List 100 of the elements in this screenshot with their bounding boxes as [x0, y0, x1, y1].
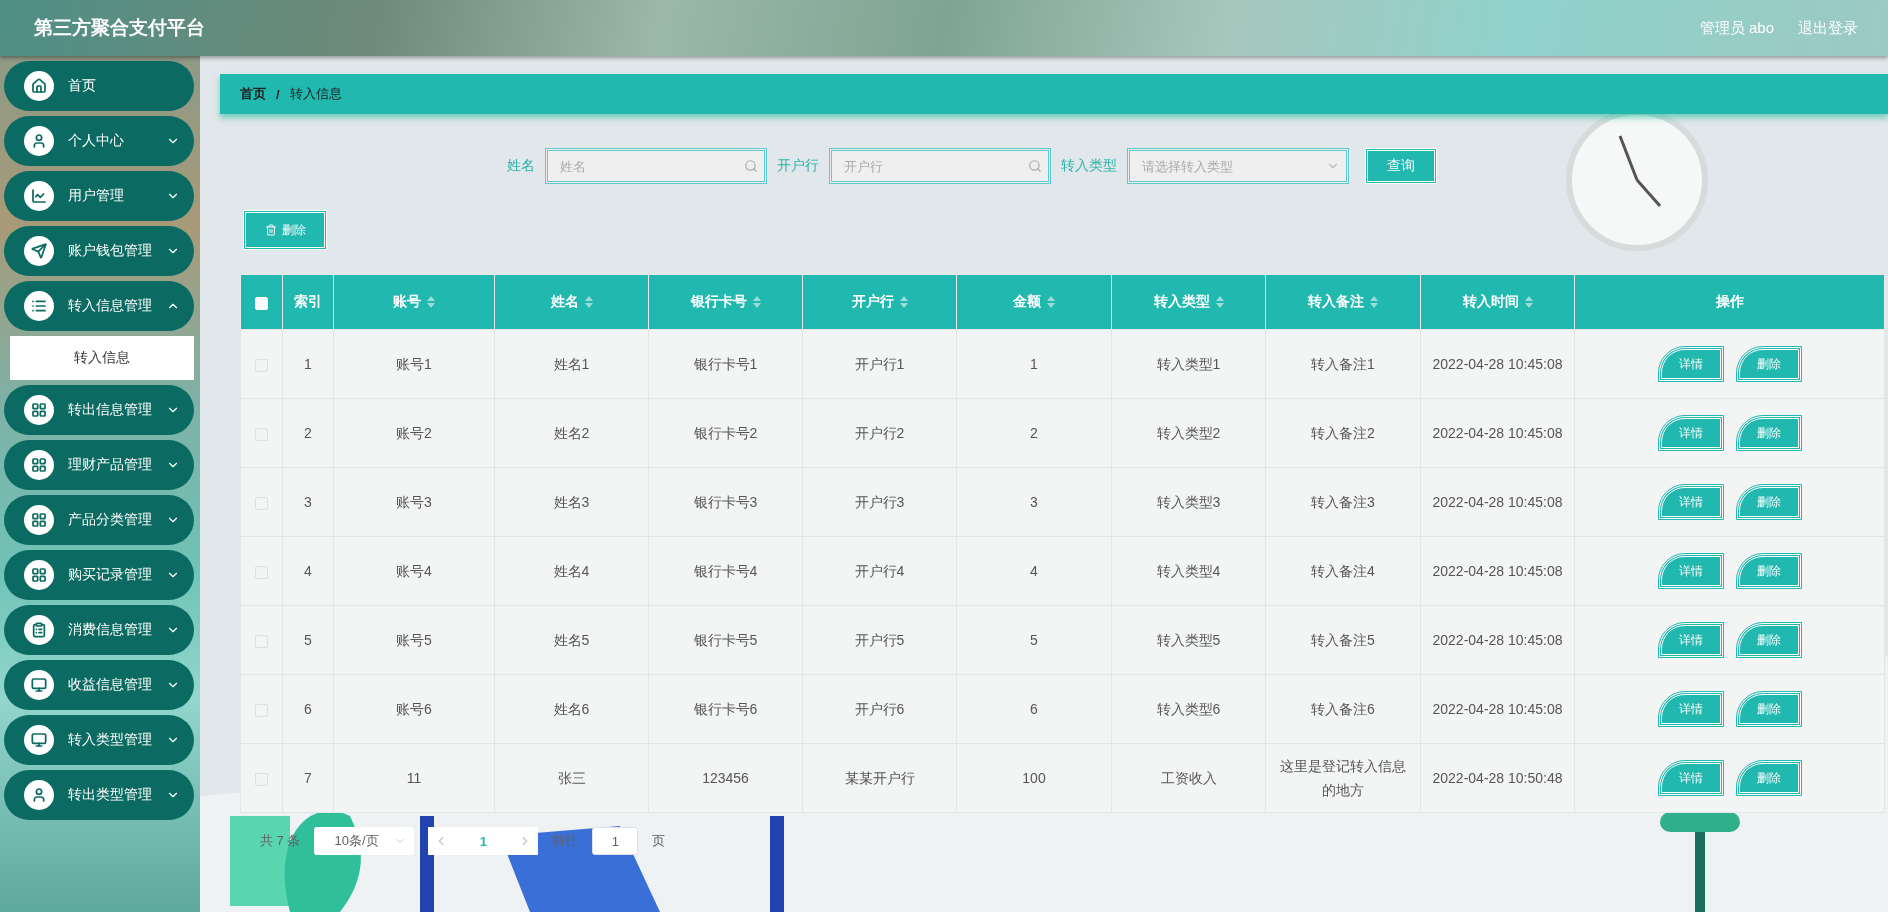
goto-label: 前往: [552, 832, 579, 850]
table-cell: 开户行6: [854, 701, 905, 717]
delete-button[interactable]: 删除: [1736, 554, 1801, 588]
details-button[interactable]: 详情: [1658, 416, 1723, 450]
table-cell: 2: [1030, 425, 1038, 441]
column-header[interactable]: 转入类型: [1111, 274, 1266, 330]
table-cell: 账号4: [396, 563, 432, 579]
menu-item[interactable]: 产品分类管理: [4, 495, 194, 545]
table-cell: 开户行5: [854, 632, 905, 648]
select-field[interactable]: 请选择转入类型: [1127, 148, 1349, 184]
sort-icon[interactable]: [752, 296, 761, 308]
table-cell: 姓名6: [553, 701, 590, 717]
grid-icon: [24, 450, 54, 480]
table-cell: 2022-04-28 10:45:08: [1432, 356, 1563, 372]
menu-item[interactable]: 理财产品管理: [4, 440, 194, 490]
table-cell: 2022-04-28 10:50:48: [1432, 770, 1563, 786]
column-header[interactable]: 账号: [333, 274, 495, 330]
table-cell: 姓名4: [553, 563, 590, 579]
column-header[interactable]: 银行卡号: [648, 274, 803, 330]
table-cell: 2022-04-28 10:45:08: [1432, 425, 1563, 441]
details-button[interactable]: 详情: [1658, 761, 1723, 795]
search-icon: [744, 159, 758, 173]
menu-item[interactable]: 转入信息管理: [4, 281, 194, 331]
delete-button[interactable]: 删除: [1736, 416, 1801, 450]
field-label: 转入类型: [1061, 157, 1117, 175]
user-icon: [24, 126, 54, 156]
select-all-checkbox[interactable]: [255, 296, 268, 310]
menu-item[interactable]: 购买记录管理: [4, 550, 194, 600]
logout-link[interactable]: 退出登录: [1798, 18, 1858, 38]
delete-button[interactable]: 删除: [243, 210, 327, 250]
sort-icon[interactable]: [1215, 296, 1224, 308]
menu-item[interactable]: 转入类型管理: [4, 715, 194, 765]
sort-icon[interactable]: [584, 296, 593, 308]
column-header[interactable]: 姓名: [494, 274, 649, 330]
table-cell: 姓名1: [553, 356, 590, 372]
menu-item[interactable]: 转出信息管理: [4, 385, 194, 435]
table-cell: 转入类型6: [1156, 701, 1221, 717]
query-button[interactable]: 查询: [1365, 148, 1437, 184]
app-title: 第三方聚合支付平台: [34, 16, 205, 40]
column-header[interactable]: 转入备注: [1265, 274, 1421, 330]
menu-item[interactable]: 转出类型管理: [4, 770, 194, 820]
chart-icon: [24, 181, 54, 211]
monitor-icon: [24, 725, 54, 755]
table-cell: 银行卡号4: [693, 563, 758, 579]
menu-item[interactable]: 账户钱包管理: [4, 226, 194, 276]
home-icon: [24, 71, 54, 101]
user-icon: [24, 780, 54, 810]
clipboard-icon: [24, 615, 54, 645]
table-cell: 账号1: [396, 356, 432, 372]
menu-item[interactable]: 消费信息管理: [4, 605, 194, 655]
goto-page-field[interactable]: 1: [592, 827, 639, 855]
search-field[interactable]: 姓名: [545, 148, 767, 184]
details-button[interactable]: 详情: [1658, 347, 1723, 381]
page-size-select[interactable]: 10条/页: [314, 827, 415, 855]
delete-button[interactable]: 删除: [1736, 347, 1801, 381]
sort-icon[interactable]: [1370, 296, 1378, 308]
table-cell: 转入备注1: [1311, 356, 1375, 372]
table-cell: 账号2: [396, 425, 432, 441]
details-button[interactable]: 详情: [1658, 623, 1723, 657]
menu-item[interactable]: 收益信息管理: [4, 660, 194, 710]
grid-icon: [24, 395, 54, 425]
search-field[interactable]: 开户行: [829, 148, 1051, 184]
table-cell: 2022-04-28 10:45:08: [1432, 494, 1563, 510]
column-header[interactable]: 转入时间: [1420, 274, 1575, 330]
page-number[interactable]: 1: [479, 833, 488, 849]
breadcrumb-item: 转入信息: [289, 85, 342, 103]
details-button[interactable]: 详情: [1658, 692, 1723, 726]
menu-item[interactable]: 个人中心: [4, 116, 194, 166]
details-button[interactable]: 详情: [1658, 554, 1723, 588]
column-header: 索引: [282, 274, 334, 330]
column-header: 操作: [1574, 274, 1885, 330]
search-icon: [1028, 159, 1042, 173]
menu-item[interactable]: 首页: [4, 61, 194, 111]
column-header[interactable]: 开户行: [802, 274, 957, 330]
table-cell: 2022-04-28 10:45:08: [1432, 563, 1563, 579]
sort-icon[interactable]: [1047, 296, 1055, 308]
table-cell: 账号5: [396, 632, 432, 648]
table-cell: 转入备注3: [1311, 494, 1375, 510]
sort-icon[interactable]: [427, 296, 435, 308]
column-header[interactable]: 金额: [956, 274, 1112, 330]
delete-button[interactable]: 删除: [1736, 761, 1801, 795]
submenu-item[interactable]: 转入信息: [10, 336, 194, 380]
menu-item[interactable]: 用户管理: [4, 171, 194, 221]
delete-button[interactable]: 删除: [1736, 623, 1801, 657]
table-cell: 2: [304, 425, 312, 441]
sort-icon[interactable]: [1524, 296, 1533, 308]
sort-icon[interactable]: [899, 296, 908, 308]
paper-plane-icon: [24, 236, 54, 266]
field-label: 姓名: [507, 157, 535, 175]
table-cell: 转入备注4: [1311, 563, 1375, 579]
details-button[interactable]: 详情: [1658, 485, 1723, 519]
delete-button[interactable]: 删除: [1736, 485, 1801, 519]
table-cell: 3: [1030, 494, 1038, 510]
table-cell: 工资收入: [1160, 770, 1217, 786]
delete-button[interactable]: 删除: [1736, 692, 1801, 726]
table-cell: 姓名5: [553, 632, 590, 648]
table-cell: 开户行1: [854, 356, 905, 372]
breadcrumb-item[interactable]: 首页: [240, 85, 266, 103]
table-cell: 这里是登记转入信息的地方: [1280, 758, 1406, 798]
table-cell: 11: [406, 770, 422, 786]
